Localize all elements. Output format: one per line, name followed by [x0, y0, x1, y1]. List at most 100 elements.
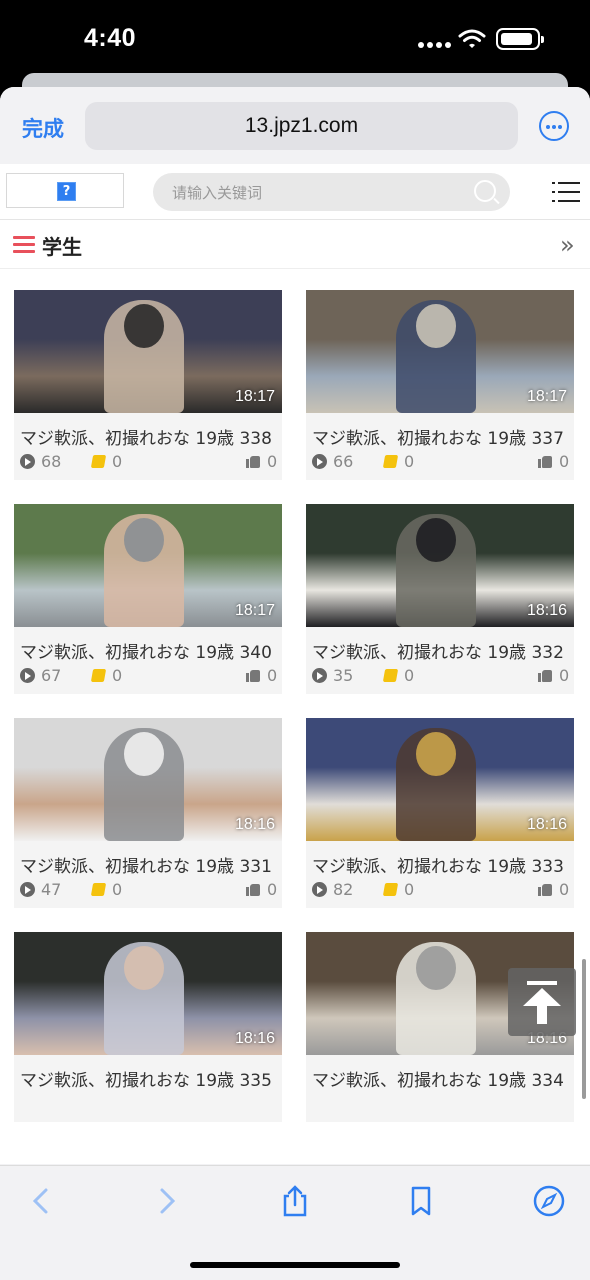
video-card[interactable]: 18:16 マジ軟派、初撮れおな 19歳 335 [14, 932, 282, 1122]
coin-count: 0 [404, 880, 415, 899]
thumbnail-figure-head [124, 946, 164, 990]
video-thumbnail[interactable]: 18:17 [14, 504, 282, 627]
search-icon[interactable] [474, 180, 496, 202]
thumbnail-figure-head [124, 304, 164, 348]
home-indicator[interactable] [190, 1262, 400, 1268]
video-title[interactable]: マジ軟派、初撮れおな 19歳 338 [20, 424, 282, 449]
video-card[interactable]: 18:17 マジ軟派、初撮れおな 19歳 337 66 0 0 [306, 290, 574, 480]
video-title[interactable]: マジ軟派、初撮れおな 19歳 332 [312, 638, 574, 663]
search-bar[interactable]: 请输入关键词 [153, 173, 510, 211]
broken-image-icon: ? [57, 182, 76, 201]
like-icon [538, 454, 552, 468]
like-icon [246, 882, 260, 896]
like-count: 0 [267, 880, 278, 899]
like-count: 0 [559, 666, 570, 685]
like-count: 0 [559, 880, 570, 899]
scrollbar[interactable] [582, 959, 586, 1099]
section-title: 学生 [42, 235, 82, 259]
video-title[interactable]: マジ軟派、初撮れおな 19歳 335 [20, 1066, 282, 1091]
view-count: 82 [333, 880, 354, 899]
thumbnail-figure-head [416, 732, 456, 776]
video-stats: 47 0 0 [20, 880, 278, 900]
coin-count: 0 [404, 452, 415, 471]
coin-count: 0 [112, 666, 123, 685]
play-count-icon [20, 882, 35, 897]
site-header: ? 请输入关键词 [0, 164, 590, 220]
coin-count: 0 [404, 666, 415, 685]
video-title[interactable]: マジ軟派、初撮れおな 19歳 333 [312, 852, 574, 877]
bookmarks-icon[interactable] [404, 1184, 438, 1218]
video-card[interactable]: 18:16 マジ軟派、初撮れおな 19歳 331 47 0 0 [14, 718, 282, 908]
video-duration: 18:16 [234, 1030, 275, 1047]
video-thumbnail[interactable]: 18:16 [306, 718, 574, 841]
video-card[interactable]: 18:17 マジ軟派、初撮れおな 19歳 338 68 0 0 [14, 290, 282, 480]
cellular-signal-icon [418, 38, 452, 52]
video-duration: 18:17 [526, 388, 567, 405]
search-input[interactable]: 请输入关键词 [172, 182, 262, 203]
view-count: 66 [333, 452, 354, 471]
video-stats: 35 0 0 [312, 666, 570, 686]
share-icon[interactable] [278, 1184, 312, 1218]
view-count: 35 [333, 666, 354, 685]
play-count-icon [312, 668, 327, 683]
back-icon[interactable] [24, 1184, 58, 1218]
video-card[interactable]: 18:16 マジ軟派、初撮れおな 19歳 333 82 0 0 [306, 718, 574, 908]
play-count-icon [312, 882, 327, 897]
thumbnail-figure-head [124, 732, 164, 776]
play-count-icon [20, 454, 35, 469]
like-icon [538, 882, 552, 896]
battery-icon [496, 28, 544, 50]
video-stats: 68 0 0 [20, 452, 278, 472]
video-thumbnail[interactable]: 18:17 [14, 290, 282, 413]
phone-screen: 4:40 完成 13.jpz1.com ? 请输入关键词 学生 » 18:17 … [0, 0, 590, 1280]
forward-icon[interactable] [150, 1184, 184, 1218]
url-field[interactable]: 13.jpz1.com [85, 102, 518, 150]
video-thumbnail[interactable]: 18:16 [14, 932, 282, 1055]
more-options-icon[interactable] [539, 111, 569, 141]
thumbnail-figure-head [416, 304, 456, 348]
play-count-icon [20, 668, 35, 683]
back-to-top-button[interactable] [508, 968, 576, 1036]
coin-icon [382, 669, 399, 682]
coin-count: 0 [112, 452, 123, 471]
video-title[interactable]: マジ軟派、初撮れおな 19歳 331 [20, 852, 282, 877]
video-thumbnail[interactable]: 18:16 [14, 718, 282, 841]
compass-icon[interactable] [532, 1184, 566, 1218]
web-page: ? 请输入关键词 学生 » 18:17 マジ軟派、初撮れおな 19歳 338 6… [0, 164, 590, 1164]
like-icon [246, 668, 260, 682]
video-stats: 67 0 0 [20, 666, 278, 686]
like-count: 0 [559, 452, 570, 471]
video-title[interactable]: マジ軟派、初撮れおな 19歳 334 [312, 1066, 574, 1091]
section-list-icon [13, 236, 35, 254]
site-logo[interactable]: ? [6, 173, 124, 208]
menu-icon[interactable] [552, 180, 580, 204]
play-count-icon [312, 454, 327, 469]
video-thumbnail[interactable]: 18:17 [306, 290, 574, 413]
status-bar: 4:40 [0, 0, 590, 80]
coin-icon [90, 669, 107, 682]
video-title[interactable]: マジ軟派、初撮れおな 19歳 340 [20, 638, 282, 663]
status-time: 4:40 [84, 24, 137, 52]
like-icon [246, 454, 260, 468]
section-more-icon[interactable]: » [560, 231, 574, 259]
video-card[interactable]: 18:16 マジ軟派、初撮れおな 19歳 332 35 0 0 [306, 504, 574, 694]
thumbnail-figure-head [416, 518, 456, 562]
video-thumbnail[interactable]: 18:16 [306, 504, 574, 627]
like-count: 0 [267, 452, 278, 471]
coin-icon [382, 455, 399, 468]
section-header: 学生 » [0, 221, 590, 269]
view-count: 47 [41, 880, 62, 899]
coin-count: 0 [112, 880, 123, 899]
view-count: 67 [41, 666, 62, 685]
video-title[interactable]: マジ軟派、初撮れおな 19歳 337 [312, 424, 574, 449]
video-stats: 82 0 0 [312, 880, 570, 900]
coin-icon [90, 883, 107, 896]
browser-sheet: 完成 13.jpz1.com ? 请输入关键词 学生 » 18:17 マジ軟派、… [0, 87, 590, 1280]
video-card[interactable]: 18:17 マジ軟派、初撮れおな 19歳 340 67 0 0 [14, 504, 282, 694]
done-button[interactable]: 完成 [22, 113, 64, 143]
like-count: 0 [267, 666, 278, 685]
video-duration: 18:16 [234, 816, 275, 833]
like-icon [538, 668, 552, 682]
coin-icon [90, 455, 107, 468]
video-duration: 18:17 [234, 602, 275, 619]
